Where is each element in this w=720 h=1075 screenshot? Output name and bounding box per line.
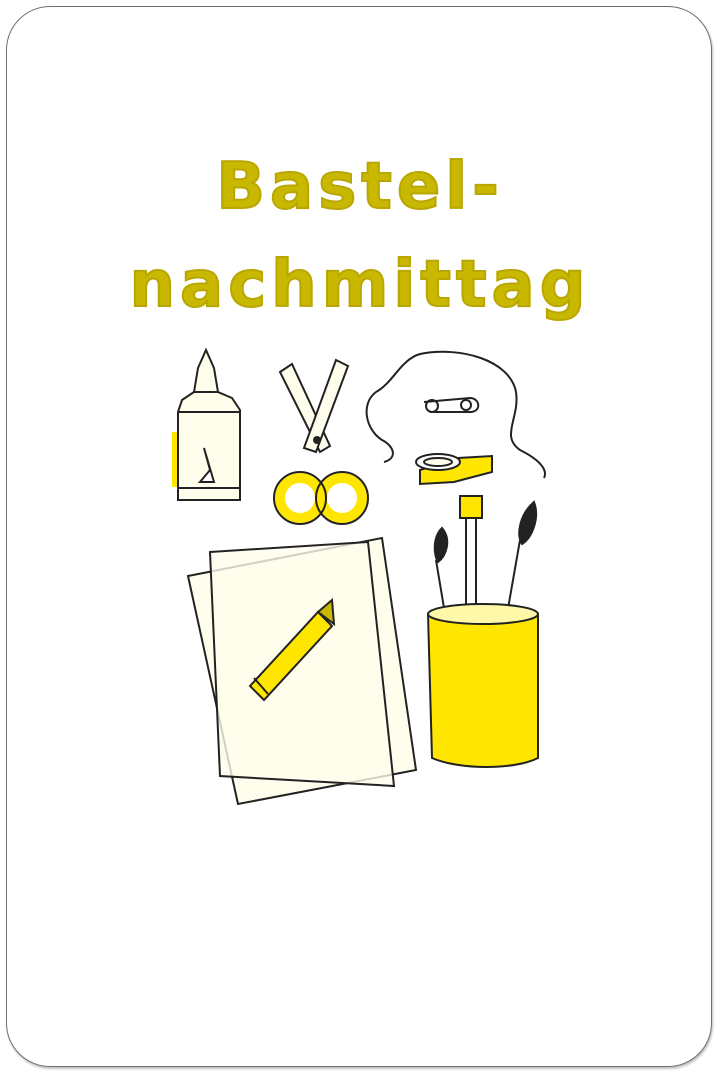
scissors-icon (273, 358, 369, 525)
crafting-illustration (172, 347, 546, 806)
glue-bottle-icon (172, 347, 241, 501)
tape-roll-icon (415, 453, 493, 486)
brush-set-icon (433, 495, 538, 621)
paper-sheets-icon (186, 536, 418, 806)
brush-cup-icon (426, 603, 539, 768)
safety-pin-icon (423, 396, 480, 413)
